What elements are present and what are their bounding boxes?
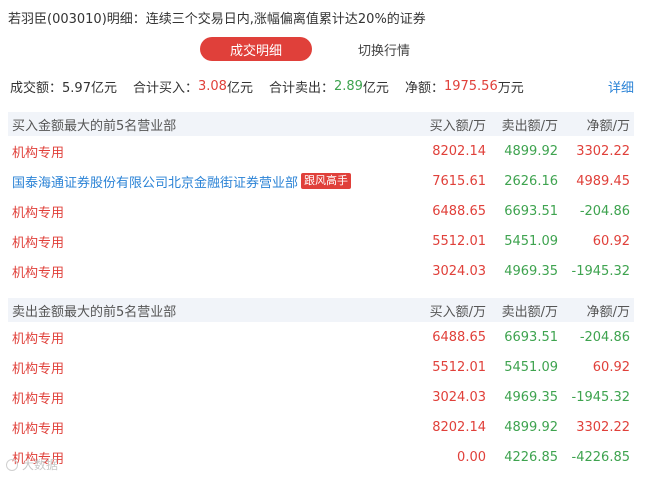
table-row[interactable]: 机构专用 8202.14 4899.92 3302.22 <box>8 136 634 166</box>
broker-name[interactable]: 机构专用 <box>12 232 64 251</box>
col-sell-amount: 卖出额/万 <box>501 304 558 320</box>
watermark-logo-icon <box>6 458 18 471</box>
buy-amount: 3024.03 <box>432 263 486 279</box>
buy-amount: 0.00 <box>457 449 486 465</box>
sell-amount: 4226.85 <box>504 449 558 465</box>
buy-amount: 5512.01 <box>432 359 486 375</box>
sell-amount: 4969.35 <box>504 389 558 405</box>
total-sell-unit: 亿元 <box>362 80 389 96</box>
broker-name[interactable]: 机构专用 <box>12 358 64 377</box>
buy-amount: 6488.65 <box>432 203 486 219</box>
col-sell-amount: 卖出额/万 <box>501 118 558 134</box>
net-amount: -204.86 <box>579 203 630 219</box>
sell-amount: 4899.92 <box>504 143 558 159</box>
table-row[interactable]: 机构专用 3024.03 4969.35 -1945.32 <box>8 382 634 412</box>
col-buy-amount: 买入额/万 <box>429 118 486 134</box>
table-row[interactable]: 国泰海通证券股份有限公司北京金融街证券营业部 跟风高手 7615.61 2626.16… <box>8 166 634 196</box>
table-row[interactable]: 机构专用 6488.65 6693.51 -204.86 <box>8 322 634 352</box>
table-row[interactable]: 机构专用 6488.65 6693.51 -204.86 <box>8 196 634 226</box>
sell-amount: 5451.09 <box>504 233 558 249</box>
buy-amount: 3024.03 <box>432 389 486 405</box>
total-sell-value: 2.89 <box>333 78 363 94</box>
net-amount: 60.92 <box>592 233 630 249</box>
tab-trade-detail[interactable]: 成交明细 <box>200 37 312 61</box>
table-row[interactable]: 机构专用 8202.14 4899.92 3302.22 <box>8 412 634 442</box>
sell-amount: 4899.92 <box>504 419 558 435</box>
broker-name[interactable]: 机构专用 <box>12 142 64 161</box>
table-row[interactable]: 机构专用 3024.03 4969.35 -1945.32 <box>8 256 634 286</box>
watermark: 大数据 <box>6 456 58 473</box>
total-buy-unit: 亿元 <box>226 80 253 96</box>
net-amount: -1945.32 <box>571 263 630 279</box>
buy-amount: 8202.14 <box>432 143 486 159</box>
col-net-amount: 净额/万 <box>586 304 630 320</box>
net-amount: 3302.22 <box>576 419 630 435</box>
net-amount: 60.92 <box>592 359 630 375</box>
col-net-amount: 净额/万 <box>586 118 630 134</box>
tab-switch-quote[interactable]: 切换行情 <box>358 40 410 59</box>
table-row[interactable]: 机构专用 0.00 4226.85 -4226.85 <box>8 442 634 472</box>
buy-table-header: 买入金额最大的前5名营业部 买入额/万 卖出额/万 净额/万 <box>8 112 634 136</box>
buy-amount: 6488.65 <box>432 329 486 345</box>
page-title: 若羽臣(003010)明细：连续三个交易日内,涨幅偏离值累计达20%的证券 <box>8 12 426 27</box>
sell-amount: 5451.09 <box>504 359 558 375</box>
broker-name[interactable]: 国泰海通证券股份有限公司北京金融街证券营业部 <box>12 172 298 191</box>
turnover-value: 5.97亿元 <box>62 80 117 96</box>
sell-amount: 6693.51 <box>504 203 558 219</box>
sell-table-title: 卖出金额最大的前5名营业部 <box>12 304 177 320</box>
sell-amount: 4969.35 <box>504 263 558 279</box>
net-amount: -204.86 <box>579 329 630 345</box>
sell-amount: 6693.51 <box>504 329 558 345</box>
net-amount: 4989.45 <box>576 173 630 189</box>
buy-table-title: 买入金额最大的前5名营业部 <box>12 118 177 134</box>
sell-table-header: 卖出金额最大的前5名营业部 买入额/万 卖出额/万 净额/万 <box>8 298 634 322</box>
net-amount: 3302.22 <box>576 143 630 159</box>
broker-name[interactable]: 机构专用 <box>12 388 64 407</box>
broker-name[interactable]: 机构专用 <box>12 418 64 437</box>
detail-link[interactable]: 详细 <box>608 77 634 96</box>
buy-amount: 7615.61 <box>432 173 486 189</box>
total-sell-label: 合计卖出： <box>268 80 334 96</box>
net-value: 1975.56 <box>443 78 498 94</box>
buy-amount: 8202.14 <box>432 419 486 435</box>
table-row[interactable]: 机构专用 5512.01 5451.09 60.92 <box>8 352 634 382</box>
buy-table-body: 机构专用 8202.14 4899.92 3302.22 国泰海通证券股份有限公司北京金… <box>8 136 634 286</box>
sell-top5-table: 卖出金额最大的前5名营业部 买入额/万 卖出额/万 净额/万 机构专用 6488.… <box>8 298 634 472</box>
follower-badge: 跟风高手 <box>301 173 352 189</box>
net-amount: -4226.85 <box>571 449 630 465</box>
sell-amount: 2626.16 <box>504 173 558 189</box>
col-buy-amount: 买入额/万 <box>429 304 486 320</box>
broker-name[interactable]: 机构专用 <box>12 262 64 281</box>
buy-amount: 5512.01 <box>432 233 486 249</box>
summary-bar: 成交额： 5.97亿元 合计买入： 3.08 亿元 合计卖出： 2.89 亿元 … <box>10 77 634 96</box>
tab-bar: 成交明细 切换行情 <box>200 37 410 61</box>
broker-name[interactable]: 机构专用 <box>12 328 64 347</box>
net-label: 净额： <box>404 80 444 96</box>
net-unit: 万元 <box>497 80 524 96</box>
watermark-text: 大数据 <box>22 458 59 472</box>
net-amount: -1945.32 <box>571 389 630 405</box>
sell-table-body: 机构专用 6488.65 6693.51 -204.86 机构专用 5512.01 5451… <box>8 322 634 472</box>
buy-top5-table: 买入金额最大的前5名营业部 买入额/万 卖出额/万 净额/万 机构专用 8202.… <box>8 112 634 286</box>
total-buy-value: 3.08 <box>197 78 227 94</box>
total-buy-label: 合计买入： <box>132 80 198 96</box>
table-row[interactable]: 机构专用 5512.01 5451.09 60.92 <box>8 226 634 256</box>
turnover-label: 成交额： <box>10 80 63 96</box>
broker-name[interactable]: 机构专用 <box>12 202 64 221</box>
